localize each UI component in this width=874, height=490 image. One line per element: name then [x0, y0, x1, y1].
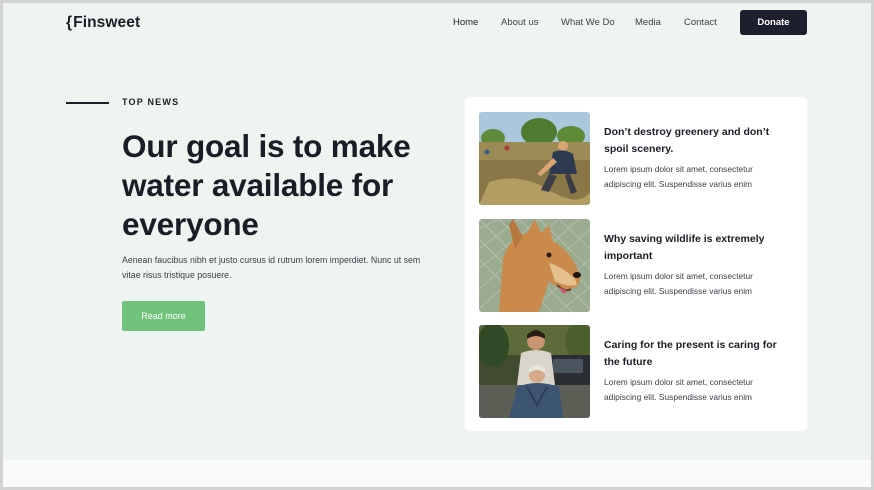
eyebrow-divider [66, 102, 109, 104]
logo-text: Finsweet [73, 14, 141, 31]
read-more-button[interactable]: Read more [122, 301, 205, 331]
news-item-wildlife[interactable]: Why saving wildlife is extremely importa… [479, 219, 799, 312]
news-excerpt: Lorem ipsum dolor sit amet, consectetur … [604, 164, 753, 189]
brand-logo[interactable]: {Finsweet [66, 13, 140, 33]
news-title: Caring for the present is caring for the… [604, 339, 777, 368]
news-thumbnail-greenery [479, 112, 590, 205]
nav-what-we-do[interactable]: What We Do [561, 16, 615, 30]
donate-button[interactable]: Donate [740, 10, 807, 35]
news-thumbnail-wildlife [479, 219, 590, 312]
news-excerpt: Lorem ipsum dolor sit amet, consectetur … [604, 271, 753, 296]
dog-photo-image [479, 219, 590, 312]
nav-home[interactable]: Home [453, 16, 478, 30]
hero-title: Our goal is to make water available for … [122, 128, 411, 242]
news-title: Don’t destroy greenery and don’t spoil s… [604, 126, 770, 155]
nav-about-us[interactable]: About us [501, 16, 539, 30]
news-item-greenery[interactable]: Don’t destroy greenery and don’t spoil s… [479, 112, 799, 205]
hero-eyebrow: TOP NEWS [122, 97, 180, 107]
news-item-caring[interactable]: Caring for the present is caring for the… [479, 325, 799, 418]
caregiver-photo-image [479, 325, 590, 418]
news-excerpt: Lorem ipsum dolor sit amet, consectetur … [604, 377, 753, 402]
top-news-card: Don’t destroy greenery and don’t spoil s… [465, 97, 807, 431]
nav-media[interactable]: Media [635, 16, 661, 30]
next-section-edge [3, 460, 871, 487]
greenery-photo-image [479, 112, 590, 205]
news-title: Why saving wildlife is extremely importa… [604, 233, 765, 262]
hero-description: Aenean faucibus nibh et justo cursus id … [122, 255, 421, 280]
nav-contact[interactable]: Contact [684, 16, 717, 30]
logo-brace: { [66, 14, 73, 31]
page-frame: {Finsweet Home About us What We Do Media… [3, 3, 871, 487]
news-thumbnail-caring [479, 325, 590, 418]
